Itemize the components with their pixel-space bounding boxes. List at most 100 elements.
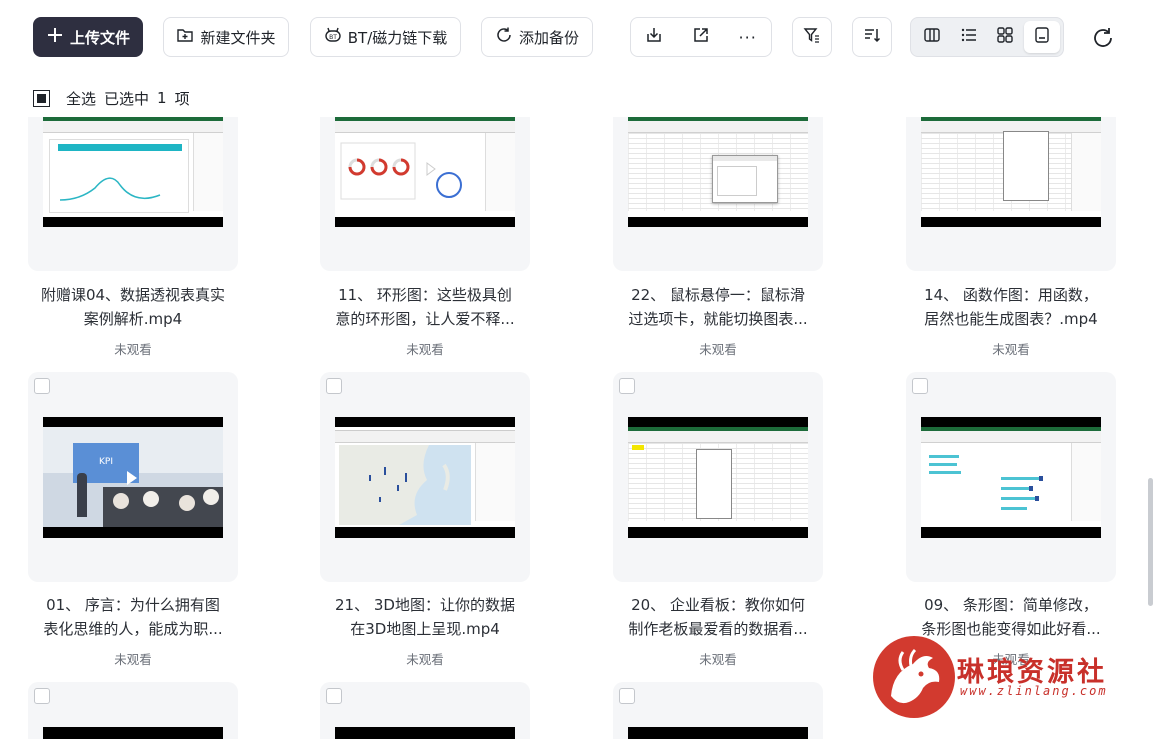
play-icon xyxy=(127,471,137,485)
file-title[interactable]: 附赠课04、数据透视表真实 案例解析.mp4 xyxy=(0,283,268,331)
file-title[interactable]: 22、 鼠标悬停一：鼠标滑 过选项卡，就能切换图表... xyxy=(583,283,853,331)
flow-block xyxy=(696,449,732,519)
file-checkbox[interactable] xyxy=(619,378,635,394)
file-title[interactable]: 11、 环形图：这些极具创 意的环形图，让人爱不释... xyxy=(290,283,560,331)
file-grid: 附赠课04、数据透视表真实 案例解析.mp4 未观看 11、 环形图：这些极具创… xyxy=(0,117,1140,739)
kpi-text: KPI xyxy=(99,457,113,467)
file-title-line1: 22、 鼠标悬停一：鼠标滑 xyxy=(631,286,805,304)
filter-cell xyxy=(793,18,831,56)
file-title-line2: 制作老板最爱看的数据看... xyxy=(628,620,808,638)
file-title-line1: 11、 环形图：这些极具创 xyxy=(338,286,512,304)
more-button[interactable]: ··· xyxy=(724,18,771,56)
file-title[interactable]: 14、 函数作图：用函数， 居然也能生成图表？.mp4 xyxy=(876,283,1140,331)
tool-strip xyxy=(921,431,1101,443)
file-title[interactable]: 01、 序言：为什么拥有图 表化思维的人，能成为职... xyxy=(0,593,268,641)
svg-text:BT: BT xyxy=(329,34,337,41)
file-checkbox[interactable] xyxy=(34,688,50,704)
sort-button[interactable] xyxy=(852,17,892,57)
share-button[interactable] xyxy=(678,18,725,56)
screen-excel-dashboard xyxy=(43,117,223,217)
selected-label: 已选中 xyxy=(104,89,150,108)
side-pane xyxy=(1071,133,1101,211)
refresh-button[interactable] xyxy=(1090,25,1116,51)
audience-head xyxy=(143,491,159,507)
view-mode-switcher xyxy=(910,17,1064,57)
screen-excel-board xyxy=(628,427,808,527)
video-thumbnail[interactable] xyxy=(628,417,808,538)
side-pane xyxy=(475,443,515,521)
view-columns-button[interactable] xyxy=(914,21,951,53)
file-checkbox[interactable] xyxy=(326,378,342,394)
side-pane xyxy=(193,133,223,211)
watermark-logo-icon xyxy=(873,636,955,718)
view-thumbnail-button[interactable] xyxy=(1023,21,1060,53)
filter-button[interactable] xyxy=(792,17,832,57)
dialog-titlebar xyxy=(713,156,777,161)
watch-status: 未观看 xyxy=(406,652,444,667)
add-backup-label: 添加备份 xyxy=(518,28,579,47)
file-title-line2: 居然也能生成图表？.mp4 xyxy=(924,310,1098,328)
file-title-line2: 在3D地图上呈现.mp4 xyxy=(350,620,500,638)
video-thumbnail[interactable] xyxy=(921,117,1101,227)
bt-download-label: BT/磁力链下载 xyxy=(347,28,448,47)
tool-strip xyxy=(628,121,808,133)
side-pane xyxy=(485,133,515,211)
video-thumbnail[interactable] xyxy=(628,117,808,227)
upload-button[interactable]: 上传文件 xyxy=(33,17,143,57)
view-list-button[interactable] xyxy=(951,21,988,53)
file-checkbox[interactable] xyxy=(619,688,635,704)
audience-head xyxy=(113,493,129,509)
presenter-figure xyxy=(77,473,87,517)
view-grid-button[interactable] xyxy=(987,21,1024,53)
video-thumbnail[interactable] xyxy=(335,117,515,227)
video-thumbnail[interactable] xyxy=(628,727,808,739)
watch-status: 未观看 xyxy=(114,652,152,667)
file-title[interactable]: 09、 条形图：简单修改， 条形图也能变得如此好看... xyxy=(876,593,1140,641)
video-thumbnail[interactable] xyxy=(335,417,515,538)
new-folder-button[interactable]: 新建文件夹 xyxy=(163,17,289,57)
thumbnail-icon xyxy=(1033,26,1051,48)
screen-classroom: KPI xyxy=(43,427,223,527)
screen-3d-map xyxy=(335,427,515,527)
tool-strip xyxy=(628,431,808,443)
file-checkbox[interactable] xyxy=(912,378,928,394)
plus-icon xyxy=(46,26,64,48)
filter-icon xyxy=(803,26,821,48)
audience-head xyxy=(203,489,219,505)
file-title-line1: 14、 函数作图：用函数， xyxy=(924,286,1098,304)
file-title-line2: 意的环形图，让人爱不释... xyxy=(335,310,515,328)
refresh-icon xyxy=(1090,28,1116,55)
bt-icon: BT xyxy=(324,26,342,48)
toolbar: 上传文件 新建文件夹 BT BT/磁力链下载 添加备份 ··· xyxy=(0,0,1157,76)
tool-strip xyxy=(335,431,515,443)
watch-status: 未观看 xyxy=(992,342,1030,357)
video-thumbnail[interactable] xyxy=(921,417,1101,538)
file-title[interactable]: 20、 企业看板：教你如何 制作老板最爱看的数据看... xyxy=(583,593,853,641)
file-title[interactable]: 21、 3D地图：让你的数据 在3D地图上呈现.mp4 xyxy=(290,593,560,641)
dialog-list xyxy=(717,166,757,196)
list-icon xyxy=(960,26,978,48)
video-thumbnail[interactable] xyxy=(335,727,515,739)
video-thumbnail[interactable] xyxy=(43,727,223,739)
vertical-scrollbar[interactable] xyxy=(1148,478,1153,606)
watch-status: 未观看 xyxy=(699,652,737,667)
file-title-line1: 20、 企业看板：教你如何 xyxy=(631,596,805,614)
file-title-line2: 表化思维的人，能成为职... xyxy=(43,620,223,638)
bt-download-button[interactable]: BT BT/磁力链下载 xyxy=(310,17,461,57)
select-all-label[interactable]: 全选 xyxy=(66,88,96,109)
video-thumbnail[interactable]: KPI xyxy=(43,417,223,538)
download-button[interactable] xyxy=(631,18,678,56)
watermark-url: www.zlinlang.com xyxy=(960,684,1108,698)
file-checkbox[interactable] xyxy=(326,688,342,704)
video-thumbnail[interactable] xyxy=(43,117,223,227)
add-backup-button[interactable]: 添加备份 xyxy=(481,17,593,57)
select-all-checkbox[interactable] xyxy=(33,89,50,107)
more-dots-icon: ··· xyxy=(738,27,757,47)
upload-button-label: 上传文件 xyxy=(69,28,130,47)
file-checkbox[interactable] xyxy=(34,378,50,394)
grid-icon xyxy=(996,26,1014,48)
file-title-line2: 案例解析.mp4 xyxy=(83,310,183,328)
columns-icon xyxy=(923,26,941,48)
highlight-cell xyxy=(632,445,644,450)
format-dialog xyxy=(1003,131,1049,201)
